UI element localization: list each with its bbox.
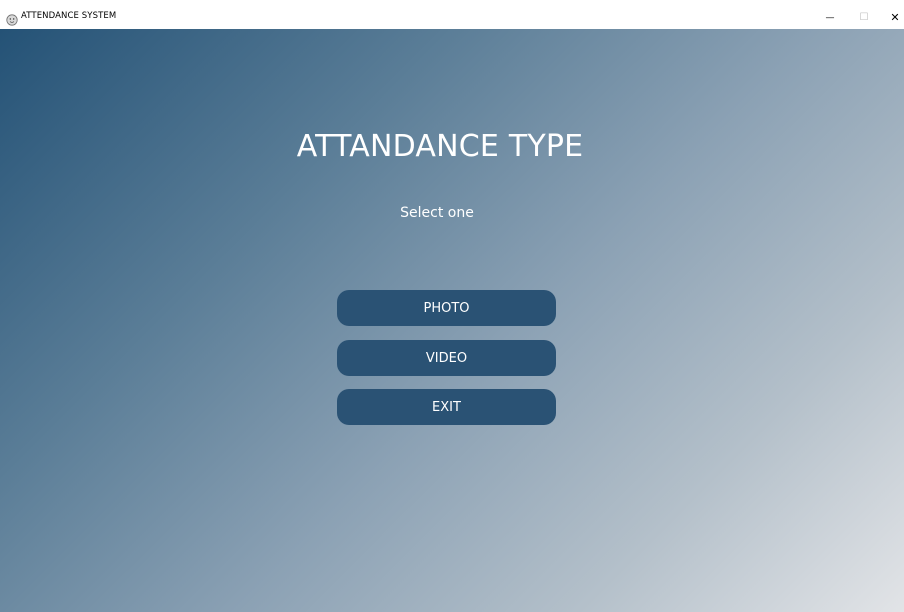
- title-bar[interactable]: ATTENDANCE SYSTEM — ☐ ✕: [0, 6, 904, 29]
- page-title: ATTANDANCE TYPE: [296, 129, 584, 164]
- main-panel: ATTANDANCE TYPE Select one PHOTO VIDEO E…: [0, 29, 904, 612]
- maximize-icon: ☐: [859, 12, 869, 23]
- close-button[interactable]: ✕: [879, 6, 904, 29]
- window-title: ATTENDANCE SYSTEM: [21, 11, 117, 21]
- maximize-button[interactable]: ☐: [848, 6, 880, 29]
- minimize-icon: —: [825, 12, 835, 23]
- face-icon: [6, 11, 18, 26]
- photo-button[interactable]: PHOTO: [337, 290, 556, 326]
- exit-button[interactable]: EXIT: [337, 389, 556, 425]
- minimize-button[interactable]: —: [814, 6, 846, 29]
- close-icon: ✕: [890, 11, 900, 24]
- page-subtitle: Select one: [400, 205, 474, 221]
- app-window: ATTENDANCE SYSTEM — ☐ ✕ ATTANDANCE TYPE …: [0, 0, 904, 612]
- video-button[interactable]: VIDEO: [337, 340, 556, 376]
